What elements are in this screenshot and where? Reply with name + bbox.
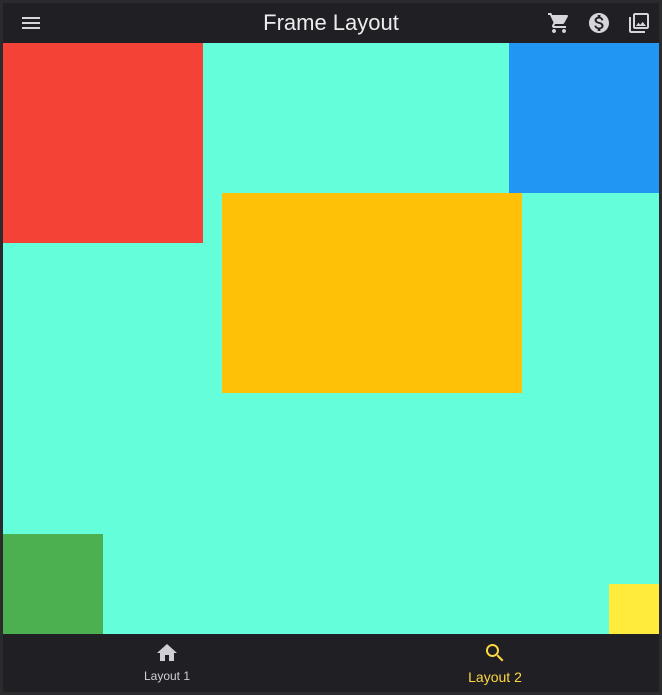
money-button[interactable]	[585, 9, 613, 37]
app-bar: Frame Layout	[3, 3, 659, 43]
blue-block	[509, 43, 659, 193]
green-block	[3, 534, 103, 634]
amber-block	[222, 193, 522, 393]
photo-library-icon	[629, 13, 649, 33]
gallery-button[interactable]	[625, 9, 653, 37]
nav-label: Layout 2	[468, 669, 522, 685]
red-block	[3, 43, 203, 243]
home-icon	[157, 644, 177, 661]
frame-layout-canvas	[3, 43, 659, 634]
cart-button[interactable]	[545, 9, 573, 37]
yellow-block	[609, 584, 659, 634]
search-icon	[486, 644, 504, 662]
nav-label: Layout 1	[143, 669, 191, 683]
shopping-cart-icon	[548, 13, 569, 33]
nav-item-layout-2[interactable]: Layout 2	[331, 634, 659, 692]
nav-item-layout-1[interactable]: Layout 1	[3, 634, 331, 692]
app-window: Frame Layout Layout 1 Layout 2	[3, 3, 659, 692]
dollar-coin-icon	[589, 13, 609, 33]
bottom-navigation: Layout 1 Layout 2	[3, 634, 659, 692]
